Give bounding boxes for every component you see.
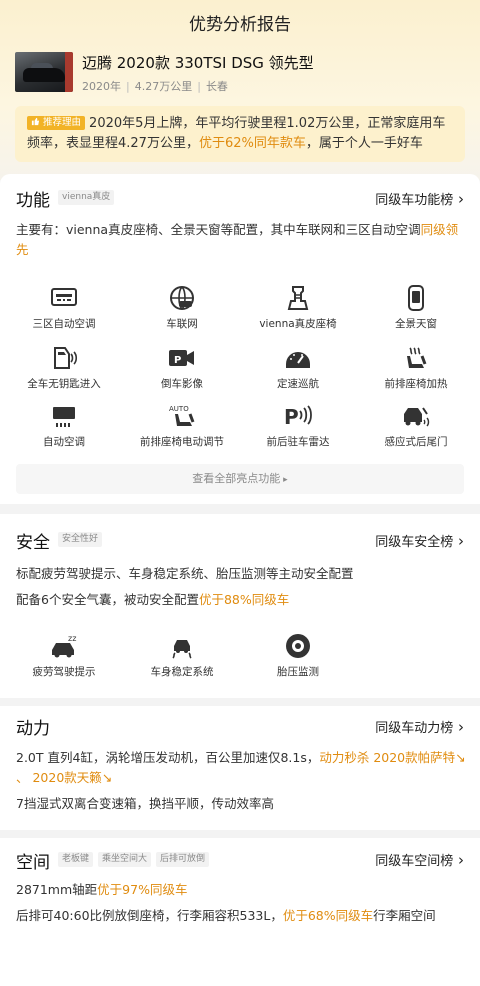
safety-item[interactable]: 车身稳定系统 xyxy=(122,632,242,679)
features-title: 功能 xyxy=(16,191,50,211)
seat-heating-icon xyxy=(407,347,427,368)
svg-text:P: P xyxy=(284,405,299,429)
car-year: 2020年 xyxy=(82,80,121,93)
page-title: 优势分析报告 xyxy=(189,15,291,35)
feature-item[interactable]: 感应式后尾门 xyxy=(356,402,476,449)
feature-item[interactable]: vienna真皮座椅 xyxy=(238,284,358,331)
feature-item[interactable]: AUTO 前排座椅电动调节 xyxy=(122,402,242,449)
safety-title: 安全 xyxy=(16,533,50,553)
power-desc-1: 2.0T 直列4缸，涡轮增压发动机，百公里加速仅8.1s，动力秒杀 2020款帕… xyxy=(16,750,466,785)
features-rank-link[interactable]: 同级车功能榜 xyxy=(375,189,464,208)
space-desc-2: 后排可40:60比例放倒座椅，行李厢容积533L，优于68%同级车行李厢空间 xyxy=(16,908,436,923)
car-city: 长春 xyxy=(205,80,228,93)
recommend-reason: 推荐理由 2020年5月上牌，年平均行驶里程1.02万公里，正常家庭用车频率，表… xyxy=(15,106,465,162)
space-tag-3: 后排可放倒 xyxy=(156,852,210,867)
feature-item[interactable]: P 倒车影像 xyxy=(122,344,242,391)
feature-item[interactable]: 自动空调 xyxy=(4,402,124,449)
space-desc-1: 2871mm轴距优于97%同级车 xyxy=(16,882,188,897)
features-desc: 主要有：vienna真皮座椅、全景天窗等配置，其中车联网和三区自动空调同级领先 xyxy=(16,222,459,257)
feature-item[interactable]: 前排座椅加热 xyxy=(356,344,476,391)
recommend-highlight: 优于62%同年款车 xyxy=(198,136,306,151)
feature-item[interactable]: P 前后驻车雷达 xyxy=(238,402,358,449)
space-tag-1: 老板键 xyxy=(58,852,94,867)
feature-item[interactable]: 三区自动空调 xyxy=(4,284,124,331)
svg-text:P: P xyxy=(174,355,181,366)
thumbs-up-icon xyxy=(31,117,40,126)
view-all-features-button[interactable]: 查看全部亮点功能 xyxy=(16,464,464,494)
car-thumbnail[interactable] xyxy=(15,52,73,92)
safety-tag: 安全性好 xyxy=(58,532,103,547)
safety-item[interactable]: zz 疲劳驾驶提示 xyxy=(4,632,124,679)
feature-item[interactable]: 全车无钥匙进入 xyxy=(4,344,124,391)
keyless-entry-icon xyxy=(54,347,78,369)
fatigue-alert-icon: zz xyxy=(52,634,76,658)
safety-desc-1: 标配疲劳驾驶提示、车身稳定系统、胎压监测等主动安全配置 xyxy=(16,566,354,581)
features-card: 功能 vienna真皮 同级车功能榜 主要有：vienna真皮座椅、全景天窗等配… xyxy=(0,174,480,504)
connected-car-icon xyxy=(170,286,194,310)
car-mileage: 4.27万公里 xyxy=(134,80,193,93)
recommend-text-tail: ，属于个人一手好车 xyxy=(305,136,423,151)
space-rank-link[interactable]: 同级车空间榜 xyxy=(375,850,464,869)
leather-seat-icon xyxy=(287,286,309,310)
car-meta: 2020年 | 4.27万公里 | 长春 xyxy=(82,80,228,93)
space-card: 空间 老板键 乘坐空间大 后排可放倒 同级车空间榜 2871mm轴距优于97%同… xyxy=(0,838,480,986)
auto-ac-icon xyxy=(53,407,75,427)
power-rank-link[interactable]: 同级车动力榜 xyxy=(375,717,464,736)
svg-text:AUTO: AUTO xyxy=(169,405,189,413)
parking-radar-icon: P xyxy=(284,405,312,429)
space-tag-2: 乘坐空间大 xyxy=(98,852,152,867)
safety-desc-2: 配备6个安全气囊，被动安全配置优于88%同级车 xyxy=(16,592,290,607)
power-seat-icon: AUTO xyxy=(169,405,195,426)
power-title: 动力 xyxy=(16,719,50,739)
features-tag: vienna真皮 xyxy=(58,190,115,205)
car-name: 迈腾 2020款 330TSI DSG 领先型 xyxy=(82,54,314,72)
report-header: 优势分析报告 迈腾 2020款 330TSI DSG 领先型 2020年 | 4.2… xyxy=(0,0,480,180)
stability-control-icon xyxy=(172,640,192,659)
svg-text:zz: zz xyxy=(68,634,76,643)
panoramic-roof-icon xyxy=(408,285,424,311)
safety-card: 安全 安全性好 同级车安全榜 标配疲劳驾驶提示、车身稳定系统、胎压监测等主动安全… xyxy=(0,514,480,698)
feature-item[interactable]: 车联网 xyxy=(122,284,242,331)
tri-zone-ac-icon xyxy=(51,288,77,306)
space-title: 空间 xyxy=(16,853,50,873)
tire-pressure-icon xyxy=(286,634,310,658)
safety-rank-link[interactable]: 同级车安全榜 xyxy=(375,531,464,550)
feature-item[interactable]: 全景天窗 xyxy=(356,284,476,331)
rear-camera-icon: P xyxy=(169,350,194,366)
power-card: 动力 同级车动力榜 2.0T 直列4缸，涡轮增压发动机，百公里加速仅8.1s，动… xyxy=(0,706,480,830)
cruise-control-icon xyxy=(286,352,310,368)
feature-item[interactable]: 定速巡航 xyxy=(238,344,358,391)
recommend-tag: 推荐理由 xyxy=(27,116,86,130)
safety-item[interactable]: 胎压监测 xyxy=(238,632,358,679)
power-desc-2: 7挡湿式双离合变速箱，换挡平顺，传动效率高 xyxy=(16,796,274,811)
sensor-tailgate-icon xyxy=(404,407,430,427)
